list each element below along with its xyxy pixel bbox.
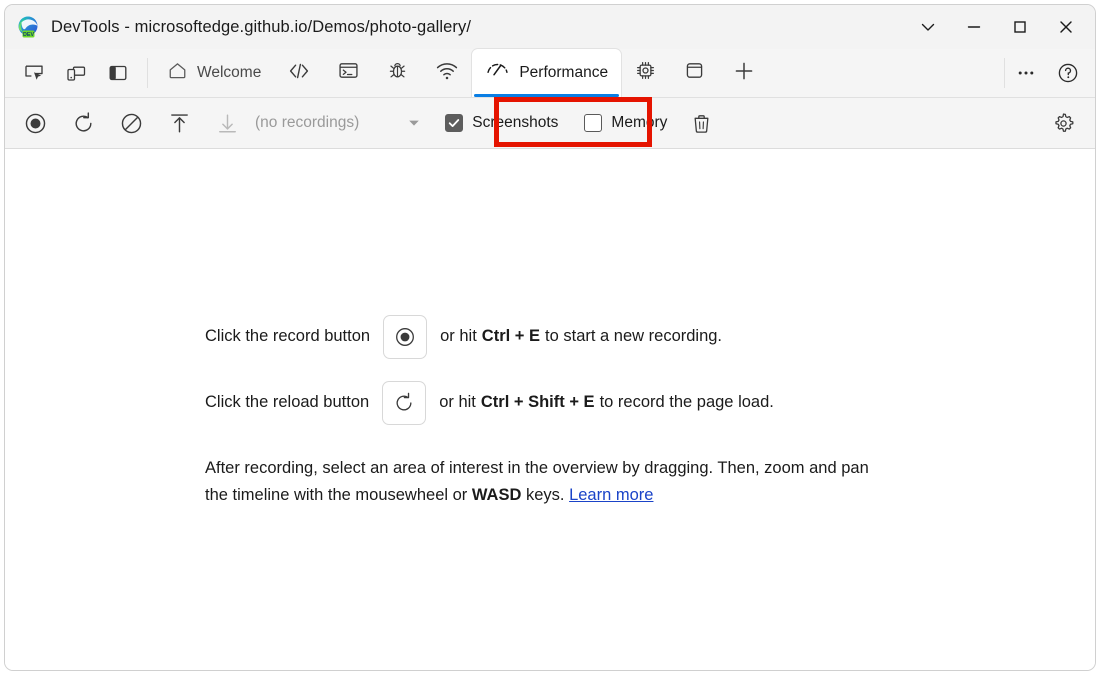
maximize-icon[interactable] <box>997 5 1043 49</box>
tab-memory[interactable] <box>621 49 670 97</box>
chevron-down-icon[interactable] <box>905 5 951 49</box>
reload-hint-row: Click the reload button or hit Ctrl + Sh… <box>205 381 774 425</box>
reload-hint-after-post: to record the page load. <box>600 392 774 413</box>
bug-icon <box>386 59 409 87</box>
title-bar: DEV DevTools - microsoftedge.github.io/D… <box>5 5 1095 49</box>
record-hint-before: Click the record button <box>205 326 370 347</box>
close-icon[interactable] <box>1043 5 1089 49</box>
dock-side-icon[interactable] <box>97 49 139 97</box>
checkbox-checked-icon <box>445 114 463 132</box>
tab-console[interactable] <box>324 49 373 97</box>
record-hint-after-pre: or hit <box>440 326 477 347</box>
tab-add[interactable] <box>719 49 769 97</box>
download-button[interactable] <box>203 98 251 148</box>
screenshots-label: Screenshots <box>472 114 558 132</box>
clear-button[interactable] <box>107 98 155 148</box>
wifi-icon <box>435 59 459 88</box>
learn-more-link[interactable]: Learn more <box>569 486 653 504</box>
chip-icon <box>634 59 657 87</box>
code-icon <box>287 59 311 88</box>
delete-icon[interactable] <box>677 98 725 148</box>
tab-performance[interactable]: Performance <box>472 49 621 97</box>
gear-icon[interactable] <box>1039 98 1087 148</box>
screenshots-checkbox[interactable]: Screenshots <box>445 114 558 132</box>
database-icon <box>683 59 706 87</box>
tab-application[interactable] <box>670 49 719 97</box>
overview-hint-part2: keys. <box>521 486 569 504</box>
reload-record-button[interactable] <box>59 98 107 148</box>
edge-devtools-icon: DEV <box>17 16 39 38</box>
tab-network[interactable] <box>422 49 472 97</box>
tab-sources[interactable] <box>373 49 422 97</box>
overview-hint-paragraph: After recording, select an area of inter… <box>205 455 895 508</box>
device-emulation-icon[interactable] <box>55 49 97 97</box>
tab-performance-label: Performance <box>519 64 608 82</box>
left-tools-group <box>5 49 147 97</box>
reload-hint-shortcut: Ctrl + Shift + E <box>481 392 595 413</box>
performance-toolbar: (no recordings) Screenshots Memory <box>5 98 1095 149</box>
tab-elements[interactable] <box>274 49 324 97</box>
record-hint-shortcut: Ctrl + E <box>482 326 540 347</box>
minimize-icon[interactable] <box>951 5 997 49</box>
performance-empty-state: Click the record button or hit Ctrl + E … <box>5 149 1095 670</box>
chevron-down-icon <box>407 116 421 130</box>
gauge-icon <box>485 58 510 88</box>
tab-welcome[interactable]: Welcome <box>154 49 274 97</box>
home-icon <box>167 60 188 86</box>
memory-checkbox[interactable]: Memory <box>584 114 667 132</box>
upload-button[interactable] <box>155 98 203 148</box>
recordings-dropdown[interactable]: (no recordings) <box>255 114 421 132</box>
record-button[interactable] <box>11 98 59 148</box>
record-hint-row: Click the record button or hit Ctrl + E … <box>205 315 722 359</box>
inspect-icon[interactable] <box>13 49 55 97</box>
more-options-icon[interactable] <box>1005 49 1047 97</box>
devtools-window: DEV DevTools - microsoftedge.github.io/D… <box>4 4 1096 671</box>
tab-welcome-label: Welcome <box>197 64 261 82</box>
memory-label: Memory <box>611 114 667 132</box>
tabs-container: Welcome <box>148 49 1004 97</box>
reload-icon[interactable] <box>382 381 426 425</box>
reload-hint-before: Click the reload button <box>205 392 369 413</box>
window-title: DevTools - microsoftedge.github.io/Demos… <box>51 18 471 37</box>
help-icon[interactable] <box>1047 49 1089 97</box>
console-icon <box>337 59 360 87</box>
overview-hint-bold: WASD <box>472 486 522 504</box>
checkbox-unchecked-icon <box>584 114 602 132</box>
recordings-label: (no recordings) <box>255 114 359 132</box>
reload-hint-after-pre: or hit <box>439 392 476 413</box>
record-hint-after-post: to start a new recording. <box>545 326 722 347</box>
right-tools-group <box>1005 49 1095 97</box>
record-icon[interactable] <box>383 315 427 359</box>
plus-icon <box>732 59 756 88</box>
svg-text:DEV: DEV <box>23 32 34 38</box>
tab-strip: Welcome <box>5 49 1095 98</box>
